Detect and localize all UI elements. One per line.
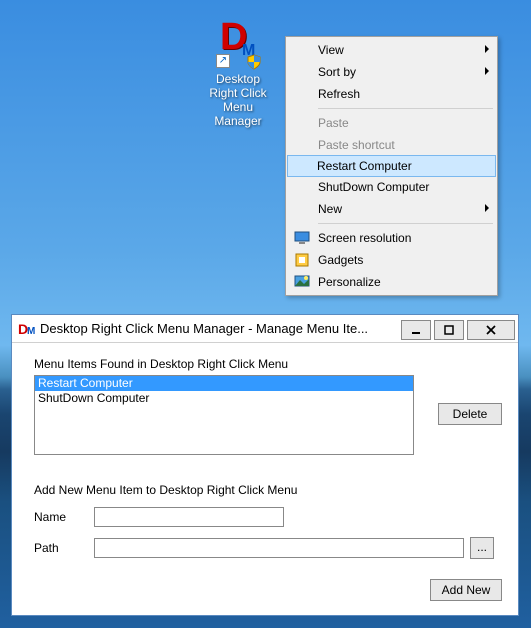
window-title: Desktop Right Click Menu Manager - Manag… bbox=[40, 321, 401, 336]
desktop-shortcut-label: DesktopRight ClickMenuManager bbox=[198, 72, 278, 128]
maximize-icon bbox=[444, 325, 454, 335]
context-menu-item-label: New bbox=[318, 202, 342, 216]
menu-items-listbox[interactable]: Restart ComputerShutDown Computer bbox=[34, 375, 414, 455]
context-menu-item[interactable]: View bbox=[288, 39, 495, 61]
context-menu-item[interactable]: Gadgets bbox=[288, 249, 495, 271]
context-menu-item[interactable]: Refresh bbox=[288, 83, 495, 105]
context-menu-item-label: Screen resolution bbox=[318, 231, 411, 245]
list-item[interactable]: Restart Computer bbox=[35, 376, 413, 391]
delete-button[interactable]: Delete bbox=[438, 403, 502, 425]
context-menu-item[interactable]: Screen resolution bbox=[288, 227, 495, 249]
app-window: DM Desktop Right Click Menu Manager - Ma… bbox=[11, 314, 519, 616]
chevron-right-icon bbox=[485, 67, 489, 75]
context-menu-item: Paste shortcut bbox=[288, 134, 495, 156]
close-icon bbox=[485, 325, 497, 335]
titlebar[interactable]: DM Desktop Right Click Menu Manager - Ma… bbox=[12, 315, 518, 343]
context-menu-item-label: Paste shortcut bbox=[318, 138, 395, 152]
context-menu-item[interactable]: Sort by bbox=[288, 61, 495, 83]
monitor-icon bbox=[294, 230, 310, 246]
context-menu-item-label: ShutDown Computer bbox=[318, 180, 429, 194]
titlebar-app-icon: DM bbox=[18, 321, 34, 337]
context-menu-item-label: Refresh bbox=[318, 87, 360, 101]
gadget-icon bbox=[294, 252, 310, 268]
uac-shield-icon bbox=[246, 54, 262, 70]
context-menu-item-label: Sort by bbox=[318, 65, 356, 79]
shortcut-overlay-icon: ↗ bbox=[216, 54, 230, 68]
context-menu-item-label: Restart Computer bbox=[317, 159, 412, 173]
path-label: Path bbox=[34, 541, 94, 555]
minimize-button[interactable] bbox=[401, 320, 431, 340]
context-menu-item-label: View bbox=[318, 43, 344, 57]
context-menu-item[interactable]: Restart Computer bbox=[287, 155, 496, 177]
context-menu-item[interactable]: New bbox=[288, 198, 495, 220]
list-item[interactable]: ShutDown Computer bbox=[35, 391, 413, 406]
desktop-shortcut[interactable]: DM ↗ DesktopRight ClickMenuManager bbox=[198, 22, 278, 128]
close-button[interactable] bbox=[467, 320, 515, 340]
section-add-label: Add New Menu Item to Desktop Right Click… bbox=[34, 483, 502, 497]
path-input[interactable] bbox=[94, 538, 464, 558]
add-new-button[interactable]: Add New bbox=[430, 579, 502, 601]
chevron-right-icon bbox=[485, 45, 489, 53]
desktop-context-menu: View Sort by Refresh Paste Paste shortcut Res… bbox=[285, 36, 498, 296]
context-menu-item-label: Paste bbox=[318, 116, 349, 130]
name-input[interactable] bbox=[94, 507, 284, 527]
context-menu-item: Paste bbox=[288, 112, 495, 134]
chevron-right-icon bbox=[485, 204, 489, 212]
context-menu-item-label: Gadgets bbox=[318, 253, 363, 267]
context-menu-item[interactable]: Personalize bbox=[288, 271, 495, 293]
minimize-icon bbox=[411, 325, 421, 335]
maximize-button[interactable] bbox=[434, 320, 464, 340]
section-found-label: Menu Items Found in Desktop Right Click … bbox=[34, 357, 502, 371]
context-menu-item-label: Personalize bbox=[318, 275, 381, 289]
personalize-icon bbox=[294, 274, 310, 290]
app-icon: DM ↗ bbox=[214, 22, 262, 70]
browse-button[interactable]: ... bbox=[470, 537, 494, 559]
context-menu-separator bbox=[318, 223, 493, 224]
name-label: Name bbox=[34, 510, 94, 524]
context-menu-separator bbox=[318, 108, 493, 109]
context-menu-item[interactable]: ShutDown Computer bbox=[288, 176, 495, 198]
